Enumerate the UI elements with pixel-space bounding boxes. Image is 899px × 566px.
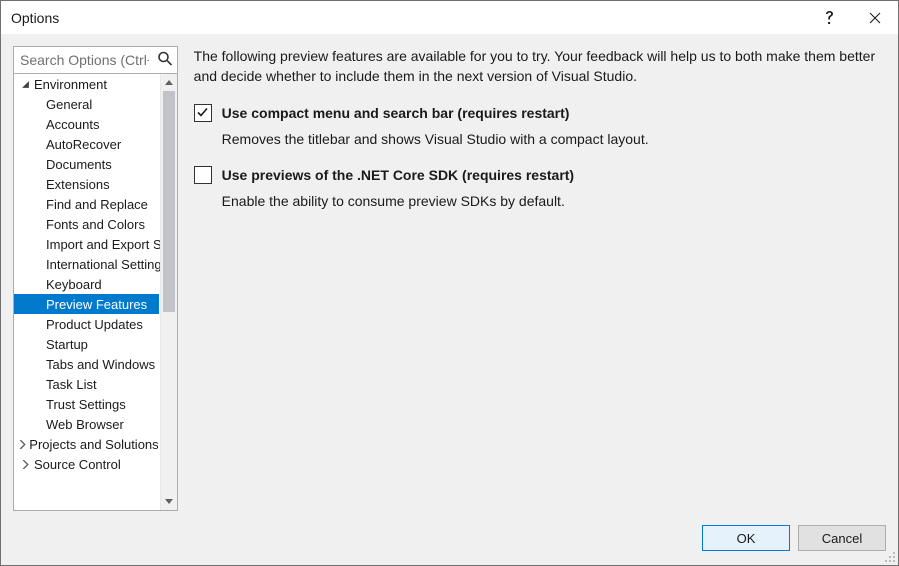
tree-child[interactable]: Import and Export Settings — [14, 234, 159, 254]
close-button[interactable] — [852, 1, 898, 34]
scroll-track[interactable] — [161, 91, 177, 493]
tree-node-label: Environment — [32, 77, 107, 92]
close-icon — [869, 12, 881, 24]
chevron-right-icon[interactable] — [18, 460, 32, 469]
tree-child[interactable]: Web Browser — [14, 414, 159, 434]
tree-child[interactable]: Find and Replace — [14, 194, 159, 214]
check-icon — [196, 106, 209, 119]
tree-child-label: International Settings — [44, 257, 168, 272]
left-pane: Environment General Accounts AutoRecover Doc… — [13, 46, 178, 511]
category-tree[interactable]: Environment General Accounts AutoRecover Doc… — [13, 74, 178, 511]
search-icon — [157, 51, 173, 70]
scroll-up-icon[interactable] — [161, 74, 177, 91]
dialog-body: Environment General Accounts AutoRecover Doc… — [1, 34, 898, 511]
option-description: Removes the titlebar and shows Visual St… — [222, 129, 649, 149]
window-title: Options — [11, 10, 59, 26]
tree-child[interactable]: Tabs and Windows — [14, 354, 159, 374]
cancel-button[interactable]: Cancel — [798, 525, 886, 551]
tree-child[interactable]: General — [14, 94, 159, 114]
titlebar: Options — [1, 1, 898, 34]
tree-child-label: Find and Replace — [44, 197, 148, 212]
tree-child[interactable]: AutoRecover — [14, 134, 159, 154]
tree-child-label: AutoRecover — [44, 137, 121, 152]
search-input[interactable] — [14, 47, 177, 73]
tree-child-label: Import and Export Settings — [44, 237, 177, 252]
chevron-right-icon[interactable] — [18, 440, 27, 449]
tree-child[interactable]: Accounts — [14, 114, 159, 134]
ok-button[interactable]: OK — [702, 525, 790, 551]
tree-child-label: Accounts — [44, 117, 99, 132]
tree-child[interactable]: Task List — [14, 374, 159, 394]
tree-child[interactable]: Startup — [14, 334, 159, 354]
tree-scrollbar[interactable] — [160, 74, 177, 510]
tree-child[interactable]: Product Updates — [14, 314, 159, 334]
tree-node-label: Projects and Solutions — [27, 437, 158, 452]
tree-child-label: Tabs and Windows — [44, 357, 155, 372]
help-icon — [823, 10, 835, 26]
tree-child[interactable]: Keyboard — [14, 274, 159, 294]
tree-child-label: Trust Settings — [44, 397, 126, 412]
chevron-down-icon[interactable] — [18, 80, 32, 89]
tree-node[interactable]: Projects and Solutions — [14, 434, 159, 454]
scroll-down-icon[interactable] — [161, 493, 177, 510]
option-description: Enable the ability to consume preview SD… — [222, 191, 574, 211]
tree-child[interactable]: Fonts and Colors — [14, 214, 159, 234]
tree-child[interactable]: Trust Settings — [14, 394, 159, 414]
search-box[interactable] — [13, 46, 178, 74]
tree-child-label: Startup — [44, 337, 88, 352]
content-pane: The following preview features are avail… — [190, 46, 886, 511]
resize-grip-icon[interactable] — [884, 551, 896, 563]
dialog-footer: OK Cancel — [1, 511, 898, 565]
tree-node[interactable]: Source Control — [14, 454, 159, 474]
tree-child-label: Fonts and Colors — [44, 217, 145, 232]
options-dialog: Options Env — [0, 0, 899, 566]
tree-child-label: Keyboard — [44, 277, 102, 292]
tree-child[interactable]: Preview Features — [14, 294, 159, 314]
option-title: Use compact menu and search bar (require… — [222, 103, 649, 123]
tree-child[interactable]: Documents — [14, 154, 159, 174]
tree-node-label: Source Control — [32, 457, 121, 472]
preview-option: Use previews of the .NET Core SDK (requi… — [194, 165, 882, 212]
scroll-thumb[interactable] — [163, 91, 175, 312]
option-checkbox[interactable] — [194, 104, 212, 122]
tree-child[interactable]: International Settings — [14, 254, 159, 274]
tree-child-label: Task List — [44, 377, 97, 392]
intro-text: The following preview features are avail… — [194, 46, 882, 87]
tree-node[interactable]: Environment — [14, 74, 159, 94]
option-checkbox[interactable] — [194, 166, 212, 184]
tree-child-label: General — [44, 97, 92, 112]
option-title: Use previews of the .NET Core SDK (requi… — [222, 165, 574, 185]
preview-option: Use compact menu and search bar (require… — [194, 103, 882, 150]
tree-child-label: Preview Features — [44, 297, 147, 312]
tree-child-label: Web Browser — [44, 417, 124, 432]
tree-child-label: Extensions — [44, 177, 110, 192]
tree-child[interactable]: Extensions — [14, 174, 159, 194]
tree-child-label: Documents — [44, 157, 112, 172]
help-button[interactable] — [806, 1, 852, 34]
tree-child-label: Product Updates — [44, 317, 143, 332]
